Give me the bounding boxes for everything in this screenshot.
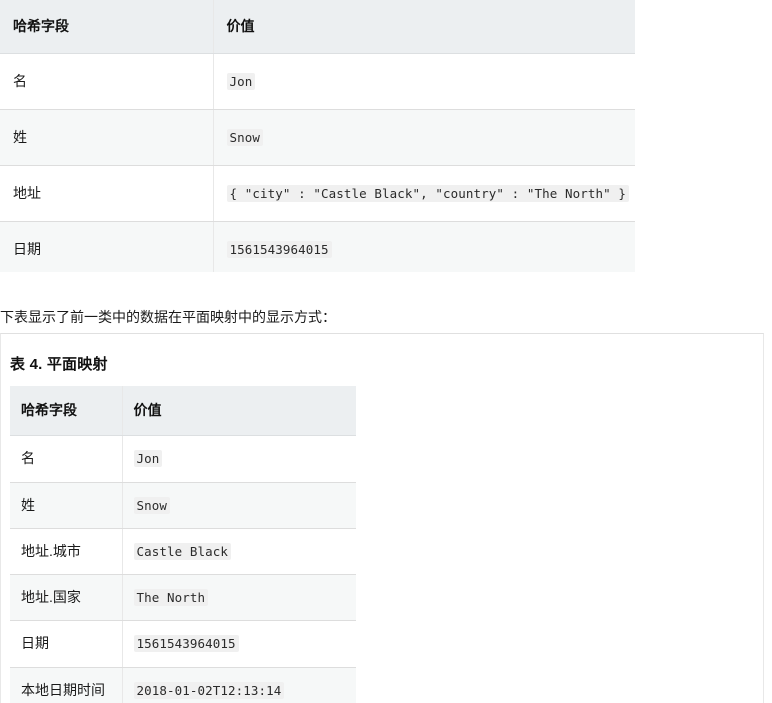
column-header-field: 哈希字段 <box>0 0 214 54</box>
code-value: 1561543964015 <box>226 240 332 258</box>
cell-field: 日期 <box>10 620 123 668</box>
cell-field: 地址.城市 <box>10 528 123 576</box>
code-value: Jon <box>133 450 163 468</box>
code-value: The North <box>133 589 209 607</box>
code-value: 2018-01-02T12:13:14 <box>133 681 285 699</box>
cell-value: 1561543964015 <box>122 620 356 668</box>
code-value: 1561543964015 <box>133 635 239 653</box>
cell-field: 地址 <box>0 165 214 222</box>
cell-value: Castle Black <box>122 528 356 576</box>
table-header-row: 哈希字段 价值 <box>0 0 635 54</box>
table-row: 名 Jon <box>10 435 356 483</box>
hash-field-table-top: 哈希字段 价值 名 Jon 姓 Snow 地址 { "city" : "Cast… <box>0 0 636 272</box>
code-value: Snow <box>133 496 171 514</box>
table-row: 姓 Snow <box>0 109 635 166</box>
column-header-value: 价值 <box>213 0 635 54</box>
cell-value: { "city" : "Castle Black", "country" : "… <box>213 165 635 222</box>
cell-field: 本地日期时间 <box>10 667 123 703</box>
cell-value: Jon <box>213 53 635 110</box>
flat-map-section: 表 4. 平面映射 哈希字段 价值 名 Jon 姓 Snow 地址.城市 Cas… <box>0 333 764 703</box>
table-row: 地址 { "city" : "Castle Black", "country" … <box>0 165 635 222</box>
cell-field: 姓 <box>0 109 214 166</box>
code-value: { "city" : "Castle Black", "country" : "… <box>226 184 630 202</box>
table-header-row: 哈希字段 价值 <box>10 386 356 437</box>
cell-field: 姓 <box>10 482 123 529</box>
table-top-body: 名 Jon 姓 Snow 地址 { "city" : "Castle Black… <box>0 53 635 272</box>
cell-field: 地址.国家 <box>10 574 123 622</box>
cell-value: Snow <box>213 109 635 166</box>
section-title: 表 4. 平面映射 <box>10 356 108 373</box>
table-top: 哈希字段 价值 名 Jon 姓 Snow 地址 { "city" : "Cast… <box>0 0 635 272</box>
intro-paragraph: 下表显示了前一类中的数据在平面映射中的显示方式： <box>0 309 336 325</box>
cell-value: 1561543964015 <box>213 221 635 272</box>
table-row: 日期 1561543964015 <box>10 620 356 668</box>
column-header-field: 哈希字段 <box>10 386 123 437</box>
column-header-value: 价值 <box>122 386 356 437</box>
table-flat-body: 名 Jon 姓 Snow 地址.城市 Castle Black 地址.国家 Th… <box>10 435 356 703</box>
document-page: 哈希字段 价值 名 Jon 姓 Snow 地址 { "city" : "Cast… <box>0 0 772 703</box>
table-row: 名 Jon <box>0 53 635 110</box>
code-value: Castle Black <box>133 542 232 560</box>
code-value: Snow <box>226 128 264 146</box>
table-row: 日期 1561543964015 <box>0 221 635 272</box>
cell-value: The North <box>122 574 356 622</box>
cell-value: Snow <box>122 482 356 529</box>
code-value: Jon <box>226 72 256 90</box>
cell-field: 名 <box>10 435 123 483</box>
hash-field-table-flat: 哈希字段 价值 名 Jon 姓 Snow 地址.城市 Castle Black … <box>10 386 357 703</box>
table-row: 地址.国家 The North <box>10 574 356 622</box>
table-row: 地址.城市 Castle Black <box>10 528 356 576</box>
table-row: 姓 Snow <box>10 482 356 529</box>
cell-value: Jon <box>122 435 356 483</box>
table-flat-map: 哈希字段 价值 名 Jon 姓 Snow 地址.城市 Castle Black … <box>10 386 356 703</box>
cell-field: 名 <box>0 53 214 110</box>
cell-field: 日期 <box>0 221 214 272</box>
cell-value: 2018-01-02T12:13:14 <box>122 667 356 703</box>
table-row: 本地日期时间 2018-01-02T12:13:14 <box>10 667 356 703</box>
